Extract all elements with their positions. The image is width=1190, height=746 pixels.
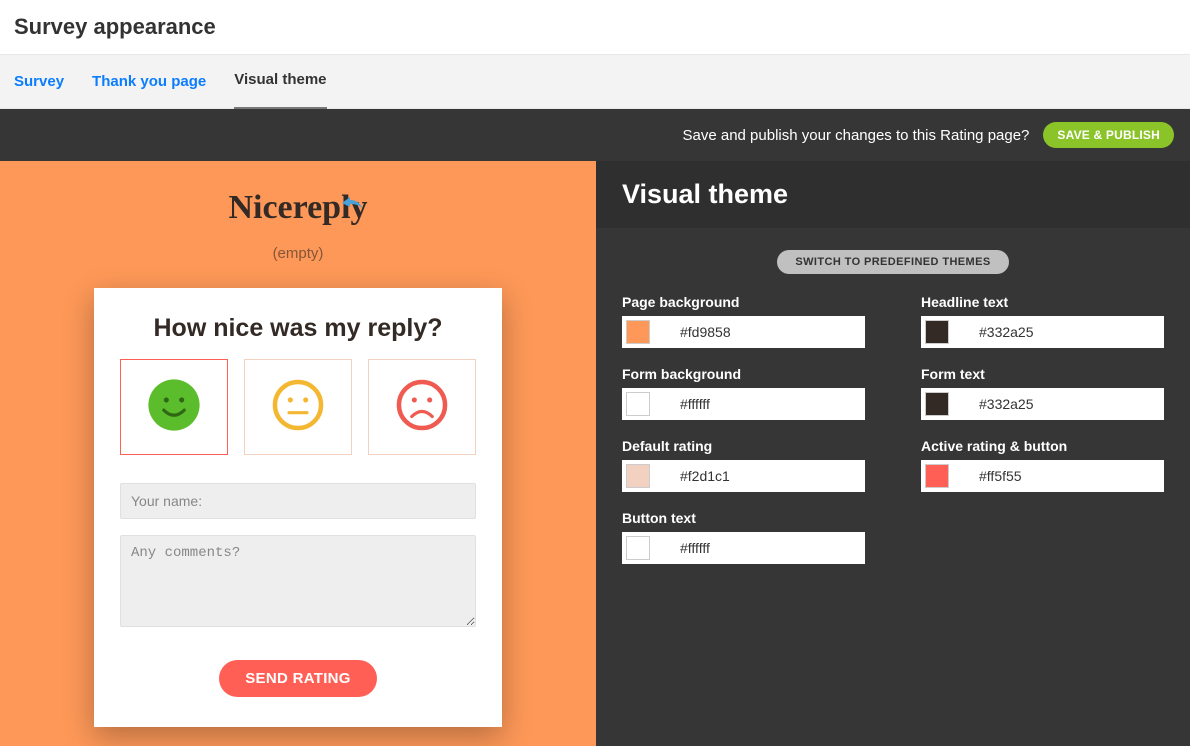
color-value-input[interactable]	[961, 468, 1160, 484]
rating-face-frown[interactable]	[368, 359, 476, 455]
frown-icon	[390, 373, 454, 442]
reply-arrow-icon	[340, 180, 364, 218]
color-swatch[interactable]	[626, 392, 650, 416]
color-label: Button text	[622, 510, 865, 526]
tab-survey[interactable]: Survey	[14, 73, 64, 90]
color-value-input[interactable]	[961, 324, 1160, 340]
name-input[interactable]	[120, 483, 476, 519]
color-swatch[interactable]	[626, 464, 650, 488]
color-value-input[interactable]	[662, 468, 861, 484]
theme-panel-body: SWITCH TO PREDEFINED THEMES Page backgro…	[596, 228, 1190, 586]
rating-face-neutral[interactable]	[244, 359, 352, 455]
color-value-input[interactable]	[662, 324, 861, 340]
color-item-button-text: Button text	[622, 510, 865, 564]
logo-empty-label: (empty)	[273, 245, 324, 262]
tab-thank-you[interactable]: Thank you page	[92, 73, 206, 90]
smile-icon	[142, 373, 206, 442]
color-label: Active rating & button	[921, 438, 1164, 454]
send-rating-button[interactable]: SEND RATING	[219, 660, 377, 697]
action-bar-prompt: Save and publish your changes to this Ra…	[683, 127, 1030, 144]
color-value-input[interactable]	[961, 396, 1160, 412]
rating-faces	[120, 359, 476, 455]
color-value-input[interactable]	[662, 540, 861, 556]
color-item-page-background: Page background	[622, 294, 865, 348]
color-item-form-text: Form text	[921, 366, 1164, 420]
color-label: Default rating	[622, 438, 865, 454]
color-item-active-rating-button: Active rating & button	[921, 438, 1164, 492]
color-swatch[interactable]	[626, 320, 650, 344]
color-input[interactable]	[921, 388, 1164, 420]
color-input[interactable]	[622, 388, 865, 420]
comments-textarea[interactable]	[120, 535, 476, 627]
tab-visual-theme[interactable]: Visual theme	[234, 54, 326, 109]
color-input[interactable]	[622, 460, 865, 492]
color-item-headline-text: Headline text	[921, 294, 1164, 348]
color-label: Headline text	[921, 294, 1164, 310]
color-swatch[interactable]	[925, 320, 949, 344]
tabs-bar: Survey Thank you page Visual theme	[0, 54, 1190, 109]
color-item-form-background: Form background	[622, 366, 865, 420]
page-title: Survey appearance	[0, 0, 1190, 54]
theme-panel: Visual theme SWITCH TO PREDEFINED THEMES…	[596, 161, 1190, 746]
rating-face-smile[interactable]	[120, 359, 228, 455]
theme-panel-header: Visual theme	[596, 161, 1190, 228]
survey-card: How nice was my reply?	[94, 288, 502, 727]
color-swatch[interactable]	[626, 536, 650, 560]
color-value-input[interactable]	[662, 396, 861, 412]
preview-pane: Nicereply (empty) How nice was my reply?	[0, 161, 596, 746]
color-item-default-rating: Default rating	[622, 438, 865, 492]
color-input[interactable]	[622, 316, 865, 348]
survey-question: How nice was my reply?	[120, 314, 476, 343]
color-input[interactable]	[921, 316, 1164, 348]
theme-panel-title: Visual theme	[622, 179, 1164, 210]
color-grid: Page background Headline text Form backg…	[622, 294, 1164, 564]
content: Nicereply (empty) How nice was my reply?	[0, 161, 1190, 746]
neutral-icon	[266, 373, 330, 442]
color-input[interactable]	[622, 532, 865, 564]
color-label: Page background	[622, 294, 865, 310]
switch-predefined-button[interactable]: SWITCH TO PREDEFINED THEMES	[777, 250, 1008, 274]
color-input[interactable]	[921, 460, 1164, 492]
logo-text: Nicereply	[228, 189, 367, 227]
action-bar: Save and publish your changes to this Ra…	[0, 109, 1190, 161]
color-label: Form background	[622, 366, 865, 382]
logo: Nicereply (empty)	[228, 189, 367, 262]
color-swatch[interactable]	[925, 392, 949, 416]
save-publish-button[interactable]: SAVE & PUBLISH	[1043, 122, 1174, 148]
color-label: Form text	[921, 366, 1164, 382]
color-swatch[interactable]	[925, 464, 949, 488]
